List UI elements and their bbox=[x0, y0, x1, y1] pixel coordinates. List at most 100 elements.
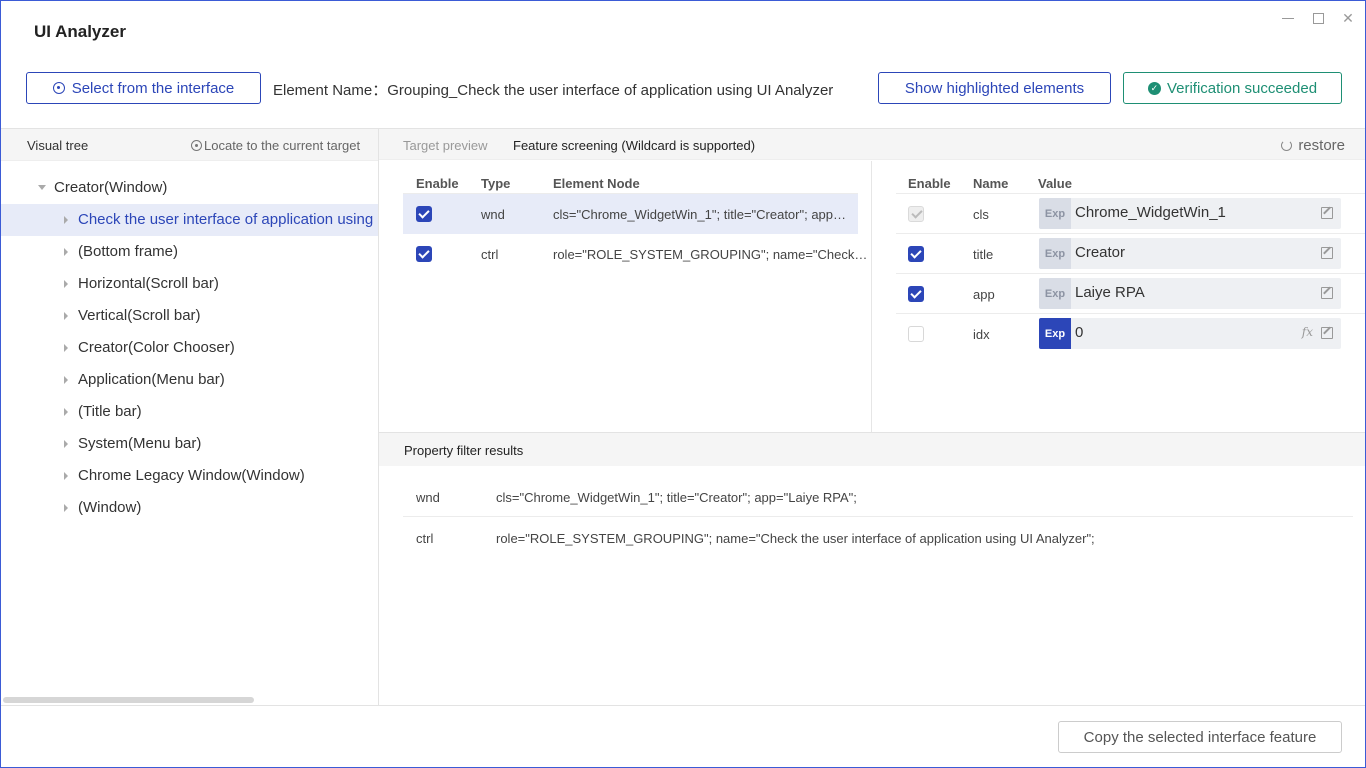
enable-checkbox[interactable] bbox=[908, 286, 924, 302]
locate-label: Locate to the current target bbox=[204, 138, 361, 153]
attr-name: title bbox=[973, 247, 994, 262]
chevron-right-icon[interactable] bbox=[64, 344, 68, 352]
attr-value: Chrome_WidgetWin_1 bbox=[1075, 204, 1226, 221]
filter-value: role="ROLE_SYSTEM_GROUPING"; name="Check… bbox=[496, 531, 1095, 546]
tree-node[interactable]: Check the user interface of application … bbox=[1, 204, 378, 236]
tree-node[interactable]: Chrome Legacy Window(Window) bbox=[1, 460, 378, 492]
attr-value-field[interactable]: Exp Creator bbox=[1039, 238, 1341, 269]
tree-node[interactable]: Creator(Window) bbox=[1, 172, 378, 204]
filter-type: wnd bbox=[416, 490, 440, 505]
visual-tree-header: Visual tree Locate to the current target bbox=[1, 129, 378, 161]
copy-label: Copy the selected interface feature bbox=[1083, 728, 1317, 746]
chevron-right-icon[interactable] bbox=[64, 280, 68, 288]
visual-tree-panel: Visual tree Locate to the current target… bbox=[1, 128, 379, 705]
exp-toggle[interactable]: Exp bbox=[1039, 278, 1071, 309]
attr-value: 0 bbox=[1075, 324, 1084, 341]
feature-tabs: Target preview Feature screening (Wildca… bbox=[379, 128, 1365, 160]
filter-results-title: Property filter results bbox=[404, 443, 524, 458]
tree-node[interactable]: (Bottom frame) bbox=[1, 236, 378, 268]
node-value: cls="Chrome_WidgetWin_1"; title="Creator… bbox=[553, 207, 847, 222]
node-type: wnd bbox=[481, 207, 505, 222]
window-title: UI Analyzer bbox=[34, 22, 126, 41]
node-value: role="ROLE_SYSTEM_GROUPING"; name="Check… bbox=[553, 247, 868, 262]
filter-type: ctrl bbox=[416, 531, 434, 546]
target-icon bbox=[52, 82, 65, 94]
chevron-right-icon[interactable] bbox=[64, 472, 68, 480]
chevron-down-icon[interactable] bbox=[38, 185, 46, 190]
enable-checkbox bbox=[908, 206, 924, 222]
select-from-interface-button[interactable]: Select from the interface bbox=[26, 72, 261, 104]
tree-node[interactable]: Vertical(Scroll bar) bbox=[1, 300, 378, 332]
tree-node[interactable]: Application(Menu bar) bbox=[1, 364, 378, 396]
tab-feature-screening[interactable]: Feature screening (Wildcard is supported… bbox=[513, 138, 755, 153]
tree-node[interactable]: (Title bar) bbox=[1, 396, 378, 428]
attr-name: app bbox=[973, 287, 995, 302]
col-value: Value bbox=[1038, 176, 1072, 191]
panel-divider bbox=[871, 161, 872, 432]
tree-node[interactable]: Creator(Color Chooser) bbox=[1, 332, 378, 364]
horizontal-scrollbar[interactable] bbox=[3, 697, 254, 703]
restore-button[interactable]: restore bbox=[1281, 137, 1345, 154]
minimize-icon bbox=[1282, 17, 1294, 19]
filter-results-header: Property filter results bbox=[379, 432, 1365, 466]
verification-button[interactable]: ✓ Verification succeeded bbox=[1123, 72, 1342, 104]
refresh-icon bbox=[1281, 140, 1293, 151]
enable-checkbox[interactable] bbox=[908, 246, 924, 262]
exp-toggle[interactable]: Exp bbox=[1039, 198, 1071, 229]
attr-name: cls bbox=[973, 207, 989, 222]
edit-icon[interactable] bbox=[1321, 327, 1333, 339]
maximize-icon bbox=[1312, 12, 1324, 24]
attr-value-field[interactable]: Exp Laiye RPA bbox=[1039, 278, 1341, 309]
fx-icon[interactable]: fx bbox=[1302, 325, 1313, 339]
chevron-right-icon[interactable] bbox=[64, 248, 68, 256]
divider bbox=[896, 313, 1365, 314]
show-highlighted-button[interactable]: Show highlighted elements bbox=[878, 72, 1111, 104]
enable-checkbox[interactable] bbox=[416, 206, 432, 222]
tree-node[interactable]: System(Menu bar) bbox=[1, 428, 378, 460]
verify-label: Verification succeeded bbox=[1166, 79, 1318, 97]
enable-checkbox[interactable] bbox=[908, 326, 924, 342]
attr-value: Laiye RPA bbox=[1075, 284, 1145, 301]
attr-value-field[interactable]: Exp 0 fx bbox=[1039, 318, 1341, 349]
tree-node[interactable]: (Window) bbox=[1, 492, 378, 524]
chevron-right-icon[interactable] bbox=[64, 440, 68, 448]
show-label: Show highlighted elements bbox=[904, 79, 1085, 97]
chevron-right-icon[interactable] bbox=[64, 216, 68, 224]
close-button[interactable]: ✕ bbox=[1338, 9, 1358, 27]
col-type: Type bbox=[481, 176, 511, 191]
element-name: Element Name：Grouping_Check the user int… bbox=[273, 82, 834, 99]
divider bbox=[896, 233, 1365, 234]
locate-current-target-button[interactable]: Locate to the current target bbox=[191, 138, 360, 153]
divider bbox=[896, 273, 1365, 274]
edit-icon[interactable] bbox=[1321, 207, 1333, 219]
attr-value: Creator bbox=[1075, 244, 1126, 261]
filter-value: cls="Chrome_WidgetWin_1"; title="Creator… bbox=[496, 490, 857, 505]
chevron-right-icon[interactable] bbox=[64, 504, 68, 512]
copy-feature-button[interactable]: Copy the selected interface feature bbox=[1058, 721, 1342, 753]
col-enable: Enable bbox=[908, 176, 951, 191]
target-icon bbox=[191, 140, 202, 151]
tree-node[interactable]: Horizontal(Scroll bar) bbox=[1, 268, 378, 300]
enable-checkbox[interactable] bbox=[416, 246, 432, 262]
restore-label: restore bbox=[1298, 137, 1345, 154]
col-element-node: Element Node bbox=[553, 176, 640, 191]
minimize-button[interactable] bbox=[1278, 9, 1298, 27]
exp-toggle[interactable]: Exp bbox=[1039, 238, 1071, 269]
select-label: Select from the interface bbox=[71, 79, 235, 97]
edit-icon[interactable] bbox=[1321, 247, 1333, 259]
chevron-right-icon[interactable] bbox=[64, 376, 68, 384]
edit-icon[interactable] bbox=[1321, 287, 1333, 299]
chevron-right-icon[interactable] bbox=[64, 312, 68, 320]
divider bbox=[403, 516, 1353, 517]
node-type: ctrl bbox=[481, 247, 499, 262]
exp-toggle[interactable]: Exp bbox=[1039, 318, 1071, 349]
close-icon: ✕ bbox=[1342, 9, 1354, 26]
col-enable: Enable bbox=[416, 176, 459, 191]
divider bbox=[896, 193, 1365, 194]
ui-analyzer-window: UI Analyzer ✕ Select from the interface … bbox=[0, 0, 1366, 768]
tab-target-preview[interactable]: Target preview bbox=[403, 138, 488, 153]
chevron-right-icon[interactable] bbox=[64, 408, 68, 416]
attr-value-field[interactable]: Exp Chrome_WidgetWin_1 bbox=[1039, 198, 1341, 229]
attr-name: idx bbox=[973, 327, 990, 342]
maximize-button[interactable] bbox=[1308, 9, 1328, 27]
